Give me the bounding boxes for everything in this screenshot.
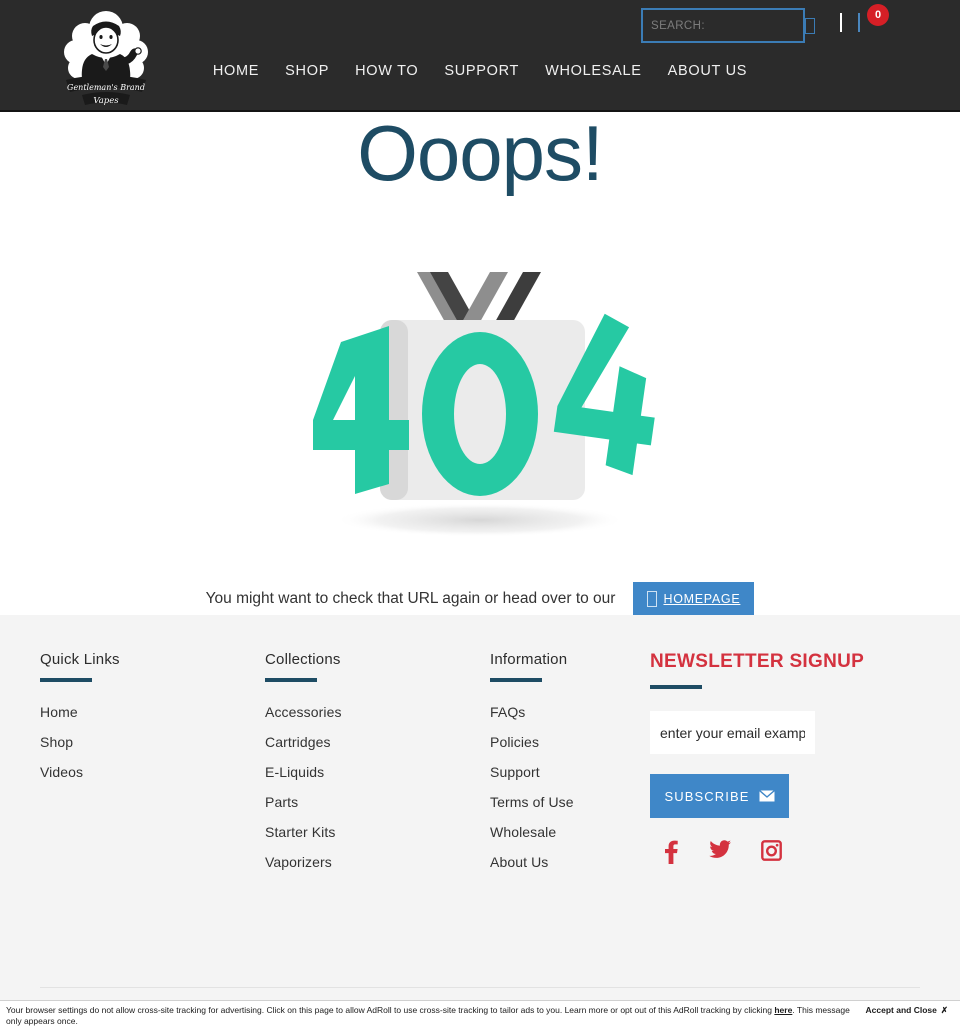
footer-column-information: Information FAQs Policies Support Terms … [490,651,640,884]
nav-item-support[interactable]: SUPPORT [444,63,519,79]
account-link[interactable] [840,13,842,32]
site-header: Gentleman's Brand Vapes 0 HOME SHOP HOW … [0,0,960,112]
footer-divider [40,987,920,988]
gentleman-logo-icon: Gentleman's Brand Vapes [64,11,148,106]
nav-item-wholesale[interactable]: WHOLESALE [545,63,642,79]
svg-text:Vapes: Vapes [93,96,119,106]
main-navigation: HOME SHOP HOW TO SUPPORT WHOLESALE ABOUT… [0,63,960,79]
list-item: Accessories [265,704,490,722]
social-links [650,840,930,864]
list-item: Home [40,704,265,722]
instagram-icon [761,840,782,861]
footer-link-e-liquids[interactable]: E-Liquids [265,764,324,780]
list-item: Terms of Use [490,794,640,812]
footer-link-shop[interactable]: Shop [40,734,73,750]
list-item: Starter Kits [265,824,490,842]
heading-underline [265,678,317,682]
footer-link-videos[interactable]: Videos [40,764,83,780]
cookie-accept-label: Accept and Close [865,1005,937,1015]
list-item: Policies [490,734,640,752]
envelope-icon [758,790,775,802]
heading-underline [650,685,702,689]
bag-handle [417,272,541,322]
homepage-button[interactable]: HOMEPAGE [633,582,755,616]
footer-link-terms-of-use[interactable]: Terms of Use [490,794,574,810]
footer-heading-collections: Collections [265,651,341,668]
search-icon[interactable] [805,17,815,34]
newsletter-heading: NEWSLETTER SIGNUP [650,651,865,672]
cookie-learn-more-link[interactable]: here [774,1005,792,1015]
list-item: Support [490,764,640,782]
footer-link-wholesale[interactable]: Wholesale [490,824,556,840]
digit-0 [422,332,538,496]
nav-item-home[interactable]: HOME [213,63,259,79]
footer-column-collections: Collections Accessories Cartridges E-Liq… [265,651,490,884]
cookie-text-before: Your browser settings do not allow cross… [6,1005,775,1015]
footer-link-home[interactable]: Home [40,704,78,720]
footer-link-vaporizers[interactable]: Vaporizers [265,854,332,870]
cart-icon[interactable] [858,13,860,32]
footer-link-about-us[interactable]: About Us [490,854,548,870]
cookie-accept-button[interactable]: Accept and Close ✗ [866,1005,954,1016]
list-item: FAQs [490,704,640,722]
list-item: Parts [265,794,490,812]
footer-link-policies[interactable]: Policies [490,734,539,750]
cookie-banner-text: Your browser settings do not allow cross… [6,1005,866,1027]
footer-link-faqs[interactable]: FAQs [490,704,525,720]
graphic-shadow [335,503,625,537]
error-page-main: Ooops! You might want to check that URL … [0,109,960,616]
twitter-icon [709,840,731,858]
search-input[interactable] [651,19,805,32]
footer-heading-information: Information [490,651,568,668]
instagram-link[interactable] [761,840,782,864]
facebook-icon [665,840,678,864]
cookie-consent-banner: Your browser settings do not allow cross… [0,1000,960,1036]
heading-underline [490,678,542,682]
footer-link-starter-kits[interactable]: Starter Kits [265,824,335,840]
close-icon[interactable]: ✗ [941,1005,948,1016]
nav-item-shop[interactable]: SHOP [285,63,329,79]
subscribe-button-label: SUBSCRIBE [664,788,750,804]
list-item: About Us [490,854,640,872]
page-title: Ooops! [357,109,603,197]
heading-underline [40,678,92,682]
list-item: Wholesale [490,824,640,842]
site-footer: Quick Links Home Shop Videos Collections… [0,615,960,1036]
newsletter-email-input[interactable] [650,711,815,754]
user-icon[interactable] [840,13,842,32]
footer-link-parts[interactable]: Parts [265,794,298,810]
footer-link-list-information: FAQs Policies Support Terms of Use Whole… [490,704,640,872]
footer-column-quick-links: Quick Links Home Shop Videos [40,651,265,884]
svg-text:Gentleman's Brand: Gentleman's Brand [67,83,145,92]
nav-item-about-us[interactable]: ABOUT US [668,63,747,79]
error-message-text: You might want to check that URL again o… [205,590,616,607]
footer-link-accessories[interactable]: Accessories [265,704,342,720]
homepage-button-label: HOMEPAGE [663,592,741,606]
list-item: Cartridges [265,734,490,752]
error-404-graphic [295,242,665,552]
twitter-link[interactable] [709,840,731,864]
error-message-row: You might want to check that URL again o… [0,582,960,616]
nav-item-how-to[interactable]: HOW TO [355,63,418,79]
footer-link-cartridges[interactable]: Cartridges [265,734,331,750]
footer-link-support[interactable]: Support [490,764,540,780]
cart-link[interactable]: 0 [858,4,889,32]
search-box[interactable] [641,8,815,43]
footer-link-list-collections: Accessories Cartridges E-Liquids Parts S… [265,704,490,872]
list-item: Vaporizers [265,854,490,872]
list-item: Videos [40,764,265,782]
cart-count-badge: 0 [867,4,889,26]
footer-column-newsletter: NEWSLETTER SIGNUP SUBSCRIBE [640,651,930,884]
footer-heading-quick-links: Quick Links [40,651,120,668]
site-logo[interactable]: Gentleman's Brand Vapes [52,2,160,110]
page-root: Gentleman's Brand Vapes 0 HOME SHOP HOW … [0,0,960,1036]
subscribe-button[interactable]: SUBSCRIBE [650,774,789,818]
facebook-link[interactable] [662,840,679,864]
header-icon-group: 0 [840,4,889,32]
home-icon [647,591,658,607]
footer-link-list-quick-links: Home Shop Videos [40,704,265,782]
footer-columns: Quick Links Home Shop Videos Collections… [0,651,960,884]
list-item: Shop [40,734,265,752]
list-item: E-Liquids [265,764,490,782]
